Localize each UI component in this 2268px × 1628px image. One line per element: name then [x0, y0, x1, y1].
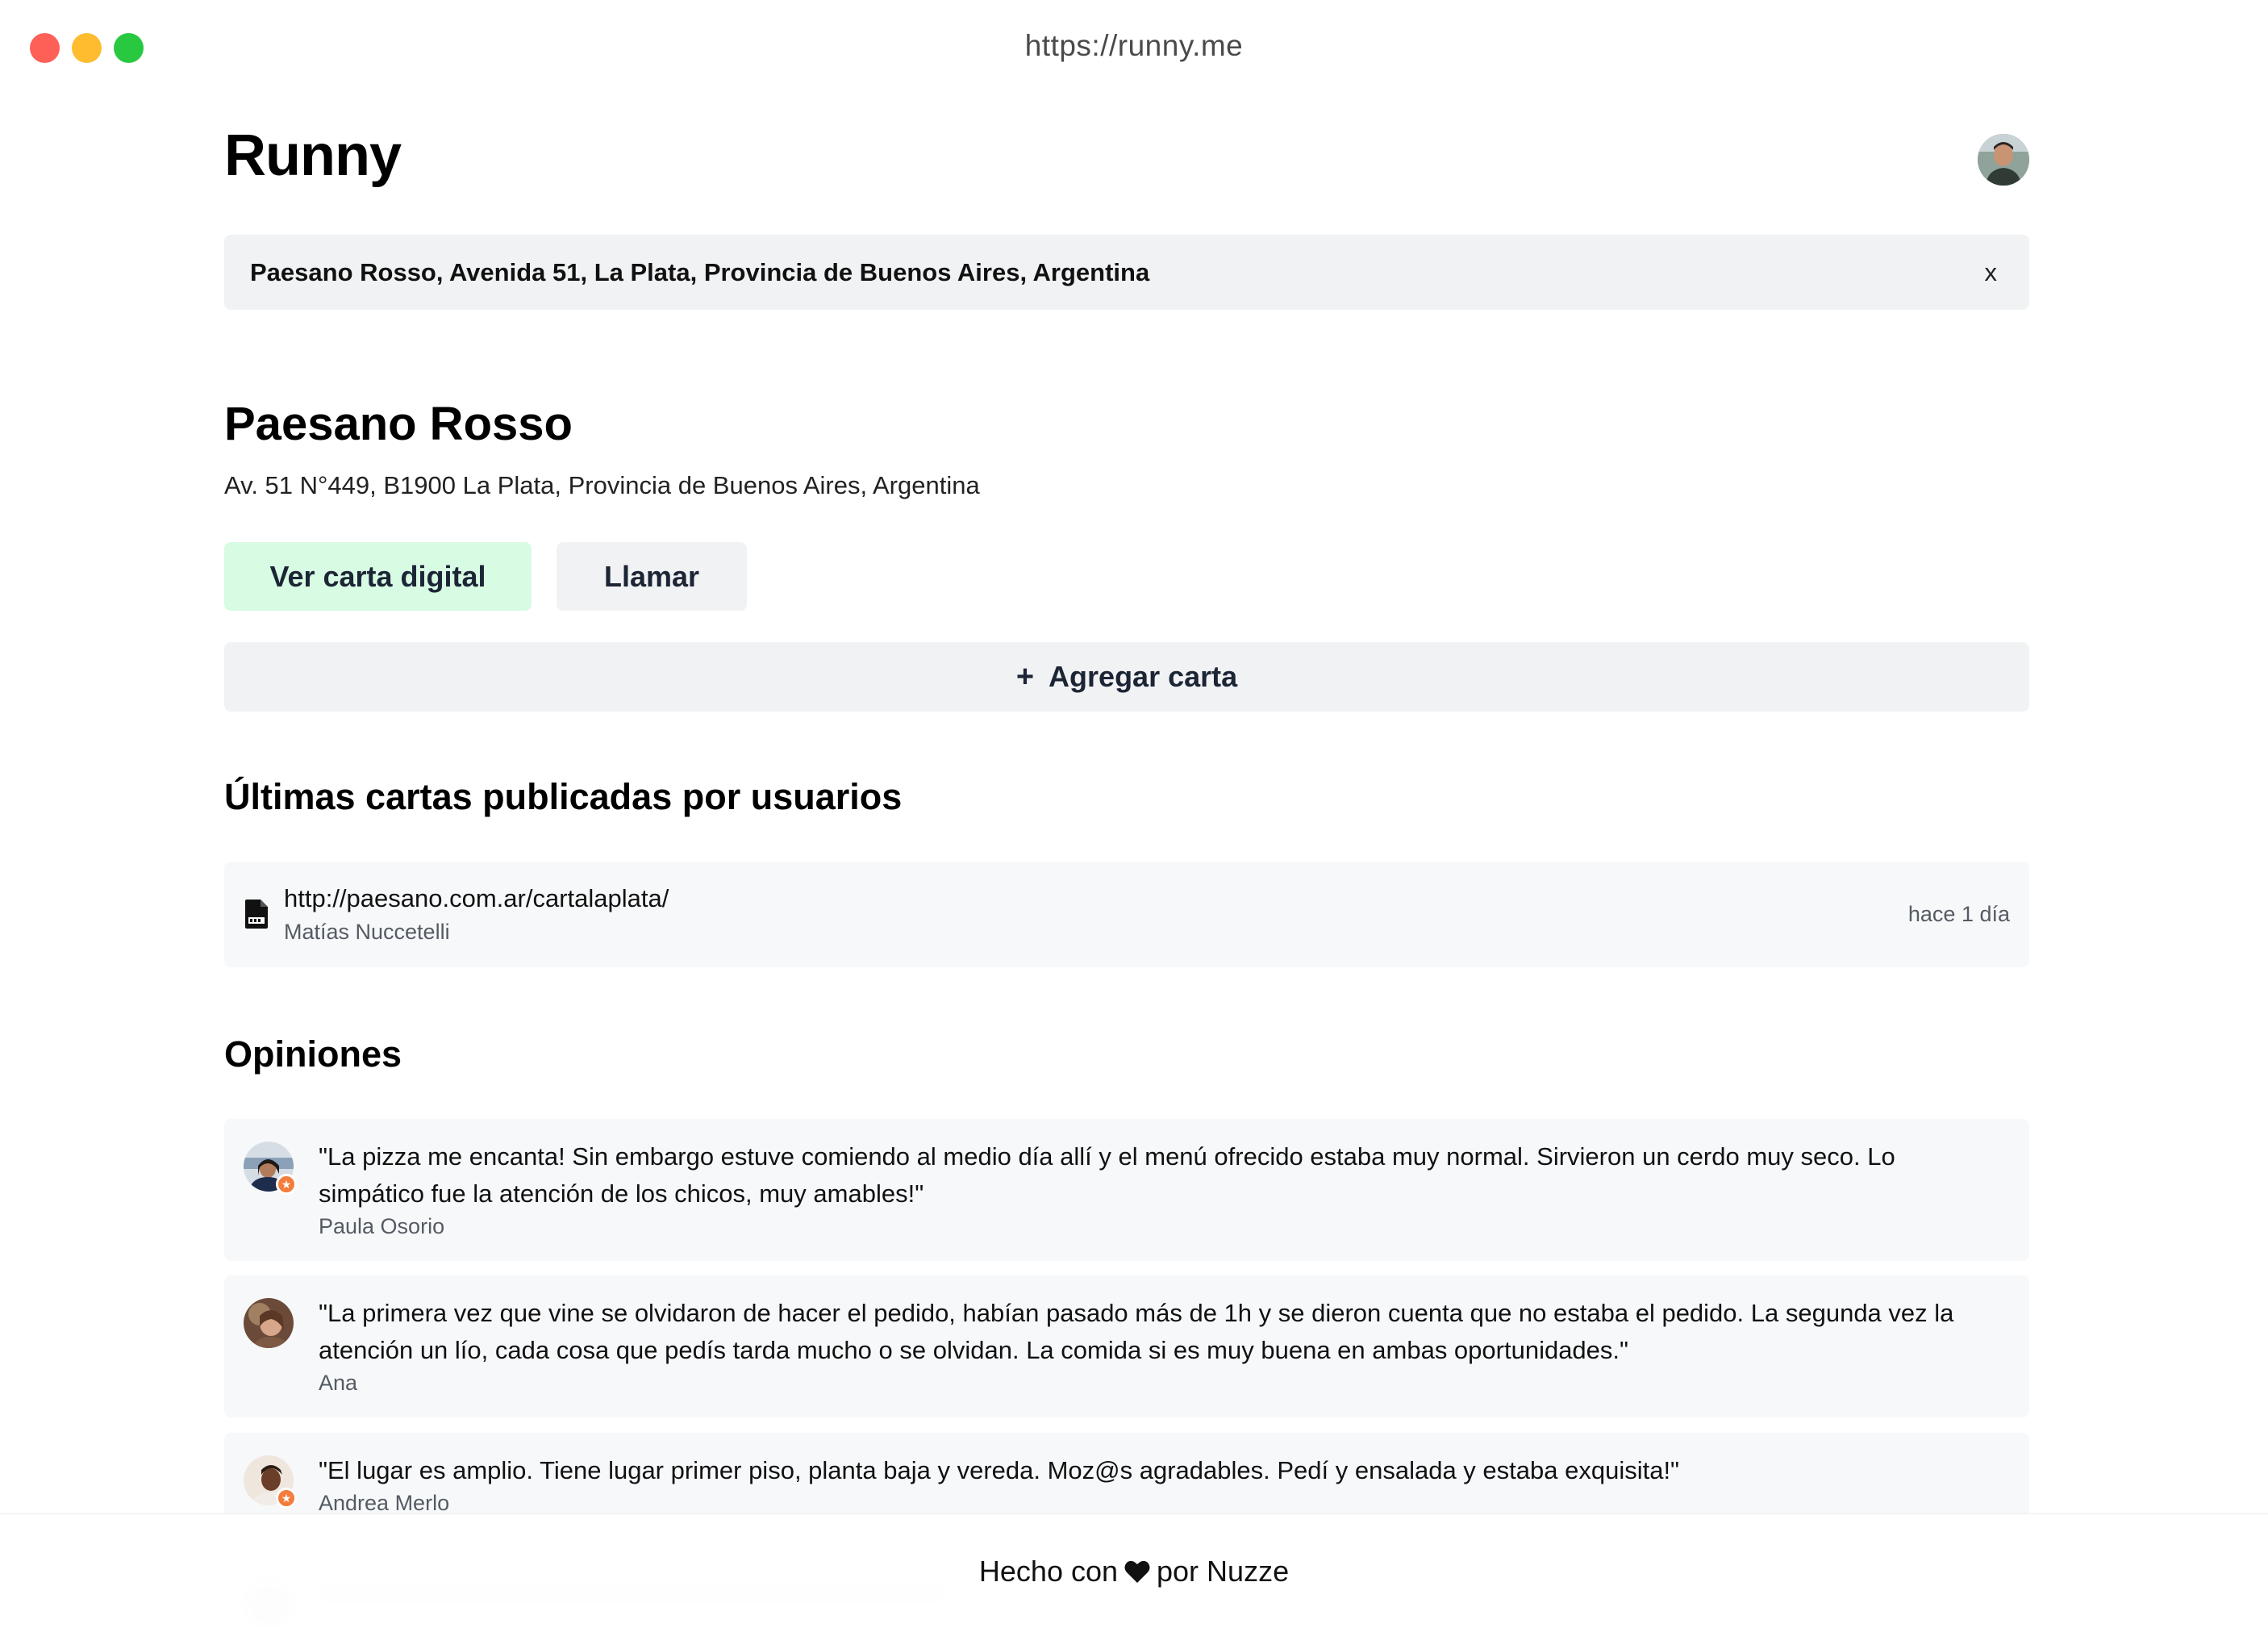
pdf-file-icon: [245, 900, 268, 929]
menu-timestamp: hace 1 día: [1907, 902, 2010, 926]
plus-icon: +: [1015, 659, 1035, 694]
menu-author: Matías Nuccetelli: [284, 920, 450, 944]
app-title[interactable]: Runny: [224, 123, 402, 189]
add-menu-label: Agregar carta: [1049, 660, 1238, 693]
view-digital-menu-button[interactable]: Ver carta digital: [224, 542, 532, 611]
review-text: "El lugar es amplio. Tiene lugar primer …: [319, 1456, 1680, 1484]
reviews-section-title: Opiniones: [224, 1033, 402, 1075]
footer-made-with: Hecho con: [978, 1554, 1119, 1588]
review-text: "La pizza me encanta! Sin embargo estuve…: [319, 1142, 1895, 1208]
title-bar: https://runny.me: [0, 0, 2268, 97]
review-author: Ana: [319, 1371, 358, 1395]
browser-window: https://runny.me Runny Paesano Rosso, Av…: [0, 0, 2268, 1628]
heart-icon: [1124, 1559, 1150, 1584]
review-item: "La primera vez que vine se olvidaron de…: [224, 1275, 2029, 1417]
add-menu-button[interactable]: + Agregar carta: [224, 642, 2029, 712]
call-button[interactable]: Llamar: [557, 542, 747, 611]
menu-list-item[interactable]: http://paesano.com.ar/cartalaplata/ Matí…: [224, 862, 2029, 967]
review-author: Paula Osorio: [319, 1214, 445, 1238]
user-avatar-icon: [1978, 134, 2029, 186]
user-avatar[interactable]: [1978, 134, 2029, 186]
menu-link[interactable]: http://paesano.com.ar/cartalaplata/: [284, 884, 669, 913]
search-field[interactable]: Paesano Rosso, Avenida 51, La Plata, Pro…: [224, 235, 2029, 310]
clear-search-button[interactable]: x: [1978, 258, 2004, 287]
footer-author[interactable]: por Nuzze: [1157, 1555, 1289, 1588]
place-address: Av. 51 N°449, B1900 La Plata, Provincia …: [224, 471, 980, 499]
review-item: ★ "La pizza me encanta! Sin embargo estu…: [224, 1119, 2029, 1261]
local-guide-badge-icon: ★: [276, 1488, 297, 1509]
review-text: "La primera vez que vine se olvidaron de…: [319, 1299, 1954, 1364]
search-value[interactable]: Paesano Rosso, Avenida 51, La Plata, Pro…: [250, 258, 1978, 287]
url-display[interactable]: https://runny.me: [0, 29, 2268, 63]
place-name: Paesano Rosso: [224, 398, 573, 450]
footer: Hecho con por Nuzze: [0, 1513, 2268, 1628]
menus-section-title: Últimas cartas publicadas por usuarios: [224, 776, 903, 817]
review-author: Andrea Merlo: [319, 1491, 450, 1515]
local-guide-badge-icon: ★: [276, 1174, 297, 1195]
reviewer-avatar: [244, 1298, 294, 1348]
